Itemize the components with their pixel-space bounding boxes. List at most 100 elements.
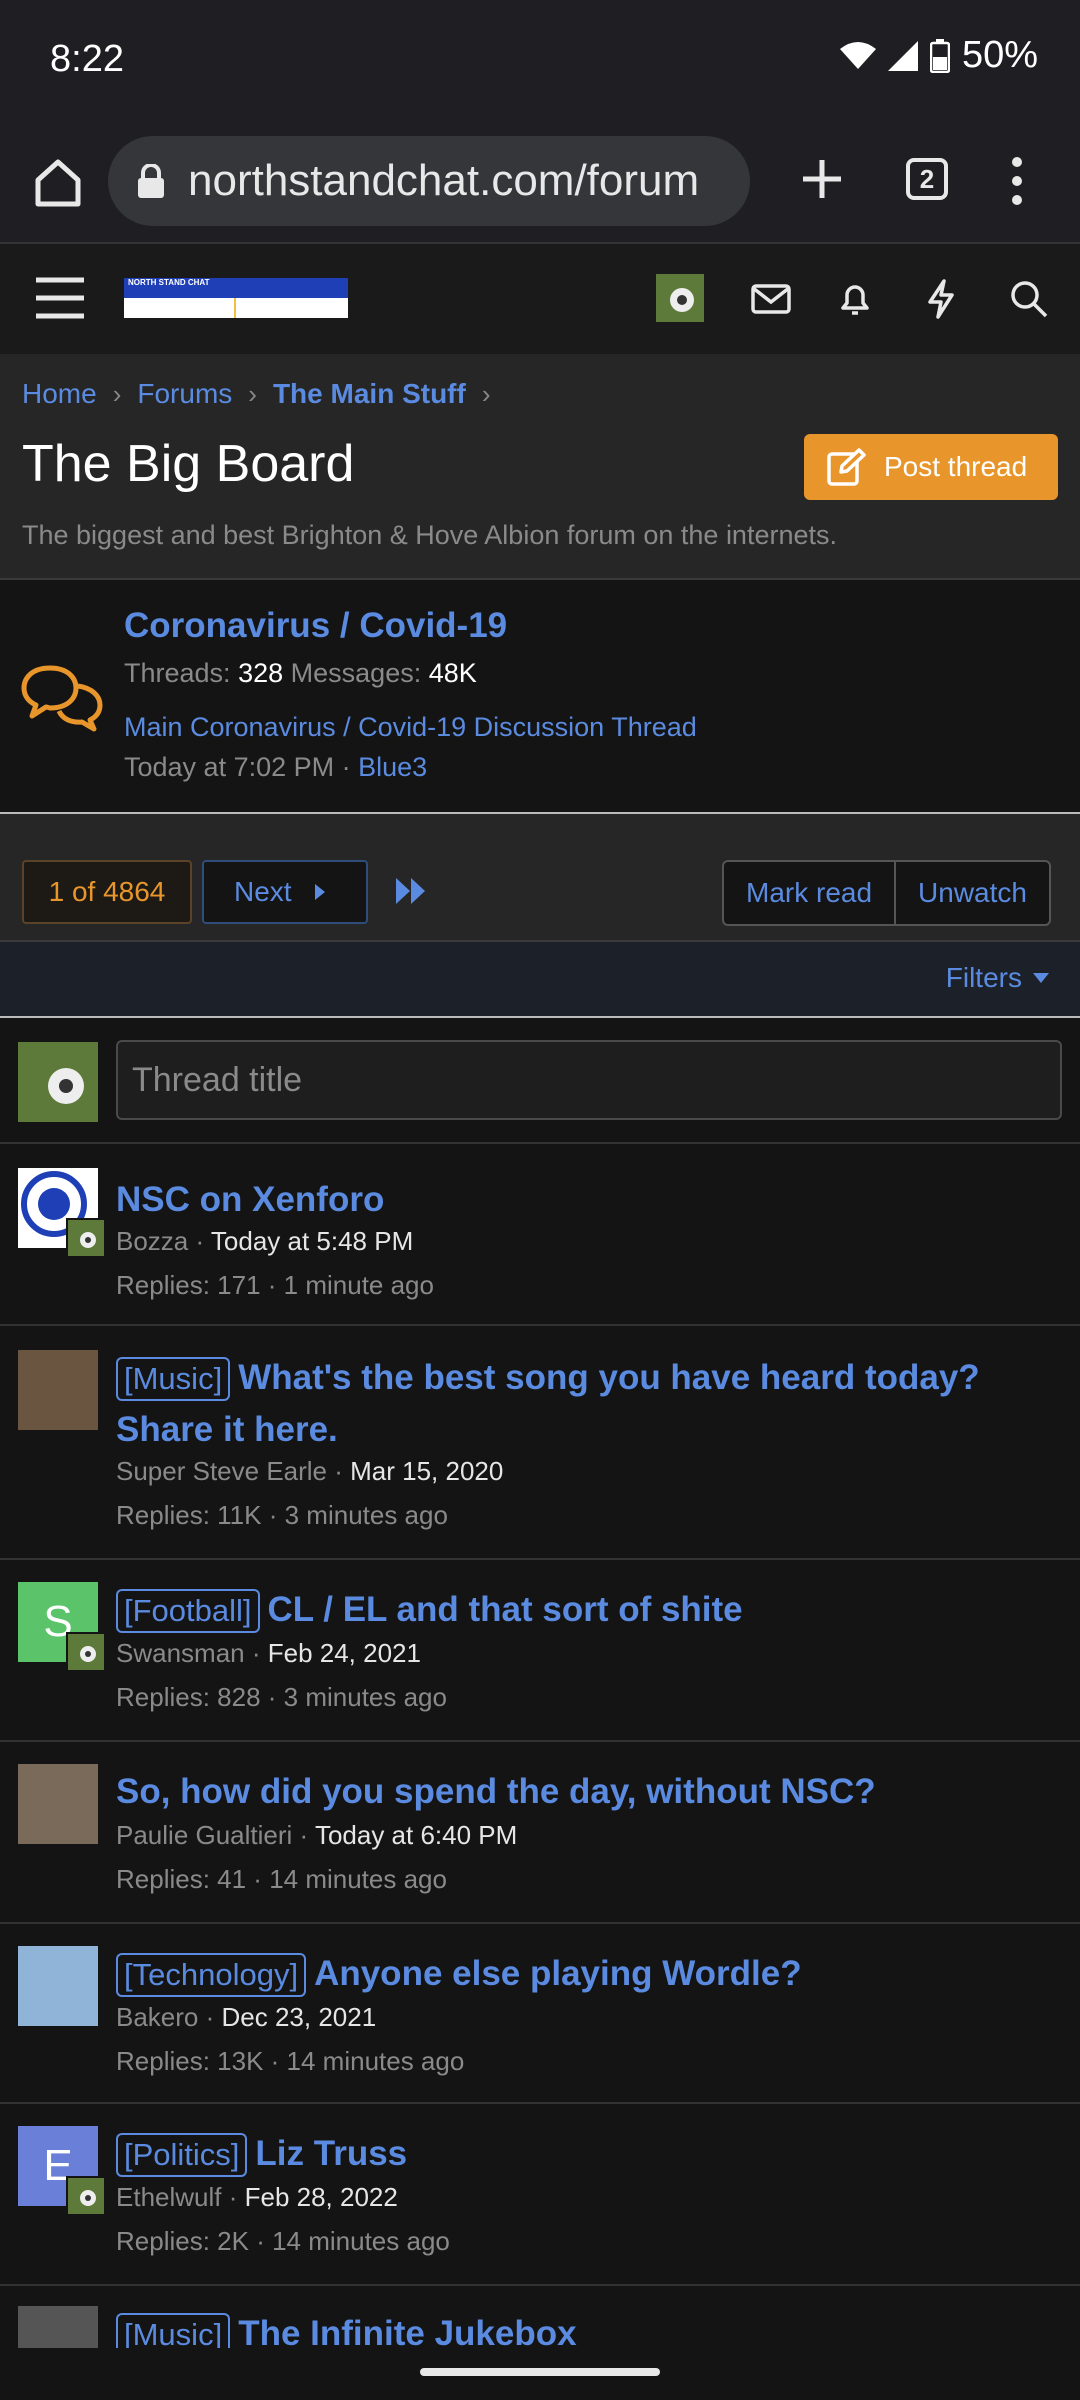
thread-row[interactable]: [Music] What's the best song you have hea… xyxy=(0,1326,1080,1560)
next-label: Next xyxy=(234,876,292,907)
separator: · xyxy=(188,1226,211,1256)
thread-title-input[interactable]: Thread title xyxy=(116,1040,1062,1120)
gesture-handle[interactable] xyxy=(420,2368,660,2376)
page-title: The Big Board xyxy=(22,435,355,493)
thread-last-post[interactable]: 14 minutes ago xyxy=(269,1864,447,1894)
thread-title-text[interactable]: Liz Truss xyxy=(255,2134,407,2173)
last-page-icon[interactable] xyxy=(394,876,428,906)
separator: · xyxy=(246,1864,270,1894)
latest-user[interactable]: Blue3 xyxy=(358,752,427,782)
quick-thread-row: Thread title xyxy=(0,1018,1080,1144)
new-tab-icon[interactable] xyxy=(796,148,848,210)
separator: · xyxy=(221,2182,245,2212)
thread-title[interactable]: [Politics] Liz Truss xyxy=(116,2128,1040,2180)
page-indicator[interactable]: 1 of 4864 xyxy=(22,860,192,924)
address-bar[interactable]: northstandchat.com/forum xyxy=(108,136,750,226)
breadcrumb-main-stuff[interactable]: The Main Stuff xyxy=(273,378,466,410)
thread-author[interactable]: Super Steve Earle xyxy=(116,1456,327,1486)
more-options-icon[interactable] xyxy=(1004,156,1030,206)
threads-count: 328 xyxy=(238,658,284,688)
mail-icon[interactable] xyxy=(750,278,792,320)
thread-row[interactable]: [Technology] Anyone else playing Wordle? B… xyxy=(0,1924,1080,2104)
thread-date[interactable]: Today at 5:48 PM xyxy=(211,1226,413,1256)
bell-icon[interactable] xyxy=(834,278,876,320)
thread-replies: Replies: 41 xyxy=(116,1864,247,1894)
thread-author[interactable]: Swansman xyxy=(116,1638,245,1668)
football-icon xyxy=(48,1068,84,1104)
thread-last-post[interactable]: 14 minutes ago xyxy=(272,2226,450,2256)
thread-prefix[interactable]: [Politics] xyxy=(116,2133,248,2177)
thread-date[interactable]: Today at 6:40 PM xyxy=(315,1820,517,1850)
chevron-right-icon: › xyxy=(248,378,257,409)
thread-author[interactable]: Bakero xyxy=(116,2002,198,2032)
last-poster-avatar[interactable] xyxy=(66,1218,106,1258)
thread-row[interactable]: So, how did you spend the day, without N… xyxy=(0,1742,1080,1924)
last-poster-avatar[interactable] xyxy=(66,1632,106,1672)
thread-title-text[interactable]: NSC on Xenforo xyxy=(116,1180,384,1219)
threads-label: Threads: xyxy=(124,658,231,688)
breadcrumb-forums[interactable]: Forums xyxy=(137,378,232,410)
latest-thread-meta: Today at 7:02 PM · Blue3 xyxy=(124,752,427,783)
thread-last-post[interactable]: 3 minutes ago xyxy=(284,1682,447,1712)
lightning-icon[interactable] xyxy=(920,278,962,320)
thread-stats: Replies: 13K · 14 minutes ago xyxy=(116,2046,464,2077)
pagination-bar: 1 of 4864 Next Mark read Unwatch xyxy=(0,814,1080,942)
thread-title[interactable]: [Music] What's the best song you have hea… xyxy=(116,1352,1040,1456)
thread-title-text[interactable]: So, how did you spend the day, without N… xyxy=(116,1772,876,1811)
thread-title[interactable]: So, how did you spend the day, without N… xyxy=(116,1766,1040,1818)
breadcrumb-home[interactable]: Home xyxy=(22,378,97,410)
next-page-button[interactable]: Next xyxy=(202,860,368,924)
thread-title-text[interactable]: Anyone else playing Wordle? xyxy=(314,1954,802,1993)
battery-percent: 50% xyxy=(961,34,1038,76)
unwatch-button[interactable]: Unwatch xyxy=(894,862,1049,924)
latest-thread-link[interactable]: Main Coronavirus / Covid-19 Discussion T… xyxy=(124,712,697,743)
thread-date[interactable]: Feb 24, 2021 xyxy=(268,1638,421,1668)
thread-title[interactable]: [Football] CL / EL and that sort of shite xyxy=(116,1584,1040,1636)
author-avatar[interactable] xyxy=(18,1350,98,1430)
thread-row[interactable]: S [Football] CL / EL and that sort of shit… xyxy=(0,1560,1080,1742)
search-icon[interactable] xyxy=(1008,278,1050,320)
football-icon xyxy=(670,288,694,312)
football-icon xyxy=(80,1646,96,1662)
thread-author[interactable]: Paulie Gualtieri xyxy=(116,1820,292,1850)
thread-row[interactable]: E [Politics] Liz Truss Ethelwulf · Feb 28, … xyxy=(0,2104,1080,2286)
thread-author[interactable]: Bozza xyxy=(116,1226,188,1256)
thread-prefix[interactable]: [Technology] xyxy=(116,1953,307,1997)
url-text: northstandchat.com/forum xyxy=(188,156,700,205)
last-poster-avatar[interactable] xyxy=(66,2176,106,2216)
thread-last-post[interactable]: 14 minutes ago xyxy=(287,2046,465,2076)
thread-title-text[interactable]: What's the best song you have heard toda… xyxy=(116,1358,980,1449)
thread-row[interactable]: NSC on Xenforo Bozza · Today at 5:48 PM Re… xyxy=(0,1144,1080,1326)
filters-button[interactable]: Filters xyxy=(946,962,1050,994)
thread-date[interactable]: Feb 28, 2022 xyxy=(245,2182,398,2212)
thread-row[interactable]: [Music] The Infinite Jukebox xyxy=(0,2286,1080,2386)
wifi-icon xyxy=(839,41,876,69)
post-thread-button[interactable]: Post thread xyxy=(804,434,1058,500)
thread-author[interactable]: Ethelwulf xyxy=(116,2182,222,2212)
thread-replies: Replies: 11K xyxy=(116,1500,262,1530)
subforum-title[interactable]: Coronavirus / Covid-19 xyxy=(124,606,507,646)
thread-meta: Swansman · Feb 24, 2021 xyxy=(116,1638,421,1669)
tab-switcher-button[interactable]: 2 xyxy=(906,158,948,200)
latest-time: Today at 7:02 PM xyxy=(124,752,335,782)
thread-date[interactable]: Dec 23, 2021 xyxy=(222,2002,377,2032)
thread-title[interactable]: [Technology] Anyone else playing Wordle? xyxy=(116,1948,1040,2000)
thread-last-post[interactable]: 3 minutes ago xyxy=(285,1500,448,1530)
thread-prefix[interactable]: [Football] xyxy=(116,1589,260,1633)
author-avatar[interactable] xyxy=(18,1764,98,1844)
football-icon xyxy=(80,2190,96,2206)
thread-last-post[interactable]: 1 minute ago xyxy=(284,1270,434,1300)
thread-prefix[interactable]: [Music] xyxy=(116,1357,231,1401)
author-avatar[interactable] xyxy=(18,1946,98,2026)
site-logo[interactable]: NORTH STAND CHAT xyxy=(124,278,348,318)
thread-title-text[interactable]: CL / EL and that sort of shite xyxy=(268,1590,743,1629)
mark-read-button[interactable]: Mark read xyxy=(724,862,894,924)
status-time: 8:22 xyxy=(50,38,124,80)
menu-icon[interactable] xyxy=(36,276,84,320)
thread-date[interactable]: Mar 15, 2020 xyxy=(350,1456,503,1486)
messages-count: 48K xyxy=(428,658,477,688)
user-avatar[interactable] xyxy=(656,274,704,322)
thread-title[interactable]: NSC on Xenforo xyxy=(116,1174,1040,1226)
status-bar: 8:22 50% xyxy=(0,0,1080,120)
home-icon[interactable] xyxy=(28,152,88,212)
